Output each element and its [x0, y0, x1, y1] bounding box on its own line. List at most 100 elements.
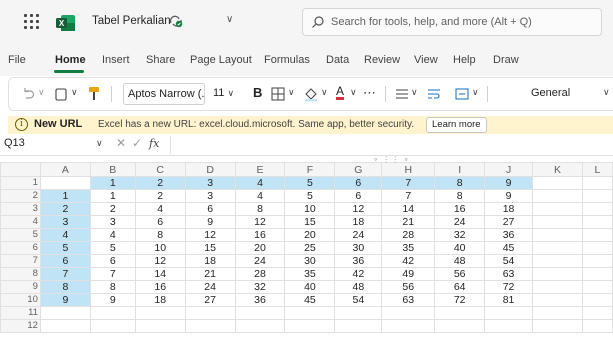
- cell[interactable]: 6: [184, 202, 236, 216]
- cell[interactable]: 7: [89, 267, 136, 281]
- row-header[interactable]: 2: [0, 189, 41, 203]
- tab-file[interactable]: File: [8, 54, 26, 66]
- cell[interactable]: 56: [434, 267, 486, 281]
- cell[interactable]: [234, 306, 286, 320]
- cell[interactable]: 14: [381, 202, 436, 216]
- cell[interactable]: 16: [134, 280, 186, 294]
- cell[interactable]: [381, 319, 436, 333]
- row-header[interactable]: 3: [0, 202, 41, 216]
- cell[interactable]: [581, 293, 613, 307]
- cell[interactable]: 36: [234, 293, 286, 307]
- cell[interactable]: 1: [39, 189, 91, 203]
- cell[interactable]: 40: [434, 241, 486, 255]
- cell[interactable]: 10: [284, 202, 336, 216]
- cell[interactable]: 5: [89, 241, 136, 255]
- cell[interactable]: 27: [184, 293, 236, 307]
- cell[interactable]: 16: [434, 202, 486, 216]
- merge-cells-icon[interactable]: [455, 87, 469, 101]
- cell[interactable]: 49: [381, 267, 436, 281]
- cell[interactable]: 5: [39, 241, 91, 255]
- cell[interactable]: [434, 306, 486, 320]
- row-header[interactable]: 6: [0, 241, 41, 255]
- column-header-a[interactable]: A: [39, 162, 91, 177]
- cell[interactable]: 12: [234, 215, 286, 229]
- cell[interactable]: 45: [284, 293, 336, 307]
- row-header[interactable]: 5: [0, 228, 41, 242]
- cell[interactable]: 25: [284, 241, 336, 255]
- cell[interactable]: 7: [381, 176, 436, 190]
- cell[interactable]: 4: [39, 228, 91, 242]
- cell[interactable]: [284, 306, 336, 320]
- cell[interactable]: 24: [234, 254, 286, 268]
- bold-button[interactable]: B: [253, 85, 262, 100]
- cell[interactable]: 48: [434, 254, 486, 268]
- cell[interactable]: [532, 267, 583, 281]
- row-header[interactable]: 4: [0, 215, 41, 229]
- cell[interactable]: 4: [234, 189, 286, 203]
- cell[interactable]: 72: [484, 280, 534, 294]
- learn-more-button[interactable]: Learn more: [426, 117, 487, 133]
- app-launcher-icon[interactable]: [24, 14, 40, 30]
- tab-data[interactable]: Data: [326, 54, 349, 66]
- cell[interactable]: 63: [381, 293, 436, 307]
- cell[interactable]: [184, 319, 236, 333]
- cell[interactable]: 30: [284, 254, 336, 268]
- borders-icon[interactable]: [271, 87, 285, 101]
- cell[interactable]: 10: [134, 241, 186, 255]
- cell[interactable]: 18: [484, 202, 534, 216]
- cell[interactable]: 2: [39, 202, 91, 216]
- cell[interactable]: 35: [381, 241, 436, 255]
- cell[interactable]: 4: [234, 176, 286, 190]
- cell[interactable]: [334, 319, 383, 333]
- cell[interactable]: [234, 319, 286, 333]
- cell[interactable]: [484, 306, 534, 320]
- cell[interactable]: [39, 306, 91, 320]
- cell[interactable]: [581, 319, 613, 333]
- cell[interactable]: [581, 267, 613, 281]
- fill-color-icon[interactable]: [303, 86, 319, 102]
- cell[interactable]: [581, 306, 613, 320]
- font-name-select[interactable]: Aptos Narrow (...: [123, 83, 205, 105]
- cell[interactable]: [334, 306, 383, 320]
- cell[interactable]: 56: [381, 280, 436, 294]
- cell[interactable]: 64: [434, 280, 486, 294]
- cell[interactable]: [581, 228, 613, 242]
- cell[interactable]: 18: [134, 293, 186, 307]
- cell[interactable]: 8: [434, 176, 486, 190]
- borders-chevron-icon[interactable]: ∨: [288, 87, 295, 98]
- row-header[interactable]: 11: [0, 306, 41, 320]
- cell[interactable]: [581, 215, 613, 229]
- cell[interactable]: 3: [39, 215, 91, 229]
- tab-help[interactable]: Help: [453, 54, 476, 66]
- cell[interactable]: 8: [39, 280, 91, 294]
- cell[interactable]: 24: [434, 215, 486, 229]
- cell[interactable]: 6: [134, 215, 186, 229]
- cell[interactable]: 54: [484, 254, 534, 268]
- column-header-f[interactable]: F: [284, 162, 336, 177]
- cell[interactable]: [89, 319, 136, 333]
- column-header-d[interactable]: D: [184, 162, 236, 177]
- merge-chevron-icon[interactable]: ∨: [472, 87, 479, 98]
- cell[interactable]: [532, 215, 583, 229]
- cell[interactable]: 45: [484, 241, 534, 255]
- column-header-h[interactable]: H: [381, 162, 436, 177]
- row-header[interactable]: 7: [0, 254, 41, 268]
- cell[interactable]: [532, 202, 583, 216]
- cell[interactable]: 6: [39, 254, 91, 268]
- cell[interactable]: 8: [434, 189, 486, 203]
- cell[interactable]: 1: [89, 176, 136, 190]
- formula-input[interactable]: [170, 136, 613, 154]
- cell[interactable]: [89, 306, 136, 320]
- column-header-e[interactable]: E: [234, 162, 286, 177]
- document-title[interactable]: Tabel Perkalian: [92, 15, 171, 27]
- cell[interactable]: 27: [484, 215, 534, 229]
- undo-chevron-icon[interactable]: ∨: [38, 87, 45, 98]
- cell[interactable]: [581, 241, 613, 255]
- align-chevron-icon[interactable]: ∨: [411, 87, 418, 98]
- column-header-l[interactable]: L: [581, 162, 613, 177]
- font-color-chevron-icon[interactable]: ∨: [350, 87, 357, 98]
- cell[interactable]: [532, 189, 583, 203]
- cell[interactable]: 54: [334, 293, 383, 307]
- cell[interactable]: 5: [284, 176, 336, 190]
- cell[interactable]: 36: [334, 254, 383, 268]
